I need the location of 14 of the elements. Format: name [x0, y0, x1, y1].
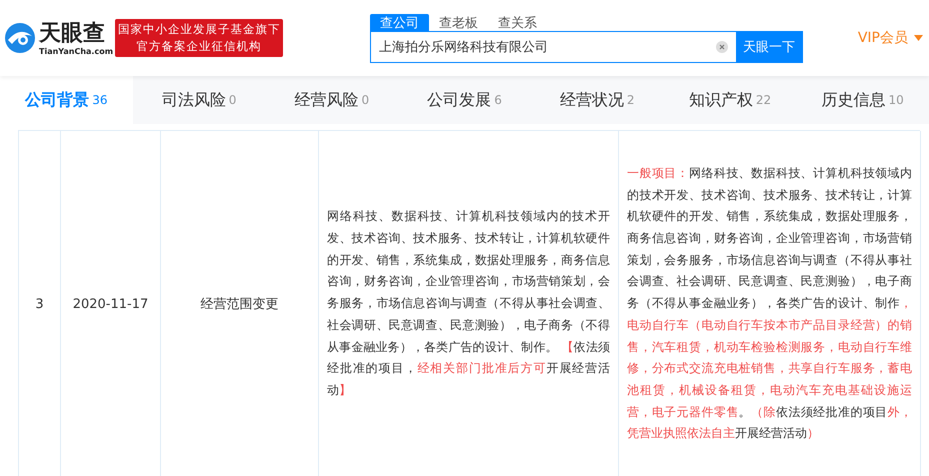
search-tab[interactable]: 查老板: [429, 14, 488, 30]
eye-logo-icon: [4, 22, 36, 54]
logo-text: 天眼查: [39, 20, 106, 46]
search-tab[interactable]: 查公司: [370, 14, 430, 30]
caret-icon: [914, 35, 923, 41]
search-tab[interactable]: 查关系: [488, 14, 548, 30]
section-tab[interactable]: 公司背景 36: [0, 76, 133, 124]
table-cell: 2020-11-17: [61, 131, 161, 476]
table-cell: 3: [19, 131, 61, 476]
scope-before-text: 网络科技、数据科技、计算机科技领域内的技术开发、技术咨询、技术服务、技术转让，计算机软硬件的开发、销售，系统集成，数据处理服务，商务信息咨询，财务咨询，企业管理咨询，市场营销策划，会务服务，市场信息咨询与调查（不得从事社会调查、社会调研、民意调查、民意测验），电子商务（不得从事金融业务），各类广告的设计、制作。 【依法须经批准的项目，经相关部门批准后方可开展经营活动】: [326, 208, 612, 399]
scope-after-text: 一般项目：网络科技、数据科技、计算机科技领域内的技术开发、技术咨询、技术服务、技术转让，计算机软硬件的开发、销售，系统集成，数据处理服务，商务信息咨询，财务咨询，企业管理咨询，市场营销策划，会务服务，市场信息咨询与调查（不得从事社会调查、社会调研、民意调查、民意测验），电子商务（不得从事金融业务），各类广告的设计、制作，电动自行车（电动自行车按本市产品目录经营）的销售，汽车租赁，机动车检验检测服务，电动自行车维修，分布式交流充电桩销售，共享自行车服务，蓄电池租赁，机械设备租赁，电动汽车充电基础设施运营，电子元器件零售。（除依法须经批准的项目 外，凭营业执照依法自主开展经营活动）: [626, 164, 914, 442]
table-cell: 经营范围变更: [161, 131, 319, 476]
certification-badge: 国家中小企业发展子基金旗下 官方备案企业征信机构: [115, 19, 284, 57]
logo-domain: TianYanCha.com: [39, 46, 114, 56]
